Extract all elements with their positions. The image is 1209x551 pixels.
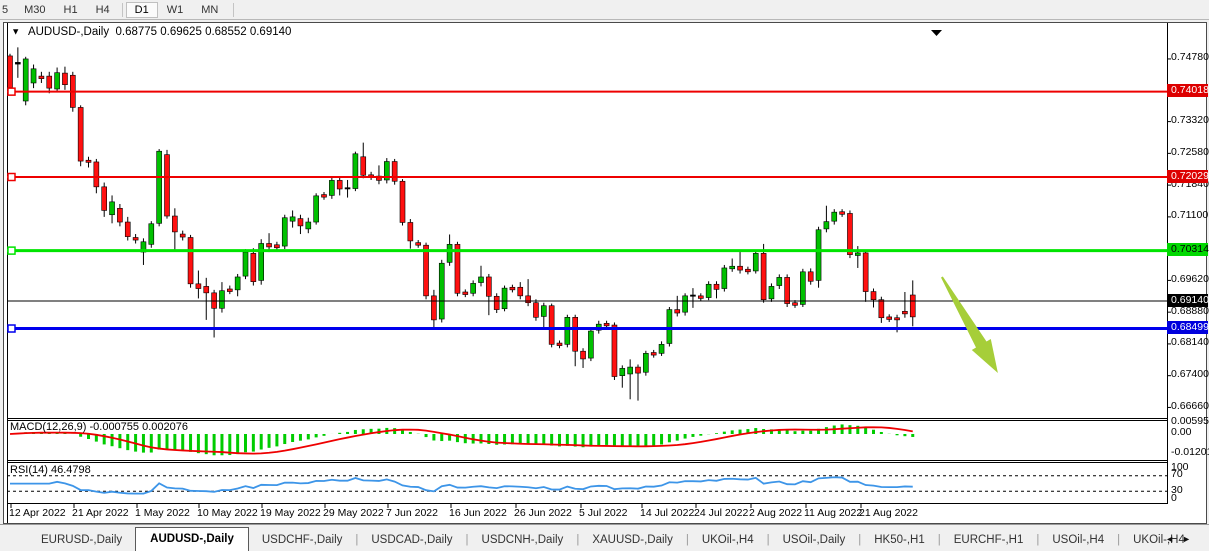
timeframe-button-mn[interactable]: MN: [192, 2, 227, 18]
rsi-axis-level: 70: [1171, 468, 1183, 480]
rsi-axis-level: 0: [1171, 492, 1177, 504]
chart-tab-usoil-daily[interactable]: USOil-,Daily: [770, 529, 859, 551]
date-label: 11 Aug 2022: [804, 507, 862, 519]
macd-axis-zero: 0.00: [1171, 426, 1191, 438]
chart-tab-bar: EURUSD-,DailyAUDUSD-,DailyUSDCHF-,Daily|…: [0, 524, 1209, 551]
resistance-line-red-1-handle[interactable]: [8, 88, 15, 95]
timeframe-button-d1[interactable]: D1: [126, 2, 158, 18]
sr-line-green-handle[interactable]: [8, 247, 15, 254]
chart-tab-usdchf-daily[interactable]: USDCHF-,Daily: [249, 529, 356, 551]
chart-tab-audusd-daily[interactable]: AUDUSD-,Daily: [135, 527, 249, 551]
date-label: 24 Jul 2022: [694, 507, 748, 519]
rsi-name: RSI(14): [10, 464, 48, 476]
date-label: 7 Jun 2022: [386, 507, 438, 519]
timeframe-toolbar: 5M30H1H4 D1W1MN: [0, 0, 1209, 20]
chart-tab-ukoil-h4[interactable]: UKOil-,H4: [689, 529, 767, 551]
rsi-panel-label: RSI(14) 46.4798: [10, 464, 91, 476]
tab-scroll-left-icon[interactable]: ◄: [1165, 534, 1182, 544]
timeframe-button-h4[interactable]: H4: [87, 2, 119, 18]
tab-scroll-right-icon[interactable]: ►: [1182, 534, 1199, 544]
date-label: 14 Jul 2022: [640, 507, 694, 519]
date-label: 5 Jul 2022: [579, 507, 627, 519]
price-tick-label: 0.69620: [1171, 273, 1209, 285]
chart-tab-eurchf-h1[interactable]: EURCHF-,H1: [941, 529, 1037, 551]
date-label: 2 Aug 2022: [749, 507, 802, 519]
chart-window: [3, 22, 1207, 524]
chart-tab-hk50-h1[interactable]: HK50-,H1: [861, 529, 938, 551]
resistance-line-red-2-handle[interactable]: [8, 174, 15, 181]
date-label: 21 Apr 2022: [72, 507, 129, 519]
chart-tab-usdcnh-daily[interactable]: USDCNH-,Daily: [469, 529, 577, 551]
macd-panel-label: MACD(12,26,9) -0.000755 0.002076: [10, 421, 188, 433]
collapse-icon[interactable]: ▼: [11, 27, 20, 37]
trend-arrow-annotation[interactable]: [941, 277, 998, 374]
trading-platform-window: 5M30H1H4 D1W1MN ▼ AUDUSD-,Daily 0.68775 0…: [0, 0, 1209, 551]
date-label: 21 Aug 2022: [859, 507, 918, 519]
chart-tab-usdcad-daily[interactable]: USDCAD-,Daily: [358, 529, 465, 551]
rsi-value: 46.4798: [51, 464, 91, 476]
toolbar-separator: [233, 3, 234, 17]
timeframe-button-h1[interactable]: H1: [55, 2, 87, 18]
timeframe-button-m30[interactable]: M30: [15, 2, 54, 18]
chart-title: ▼ AUDUSD-,Daily 0.68775 0.69625 0.68552 …: [10, 26, 291, 38]
price-tick-label: 0.66660: [1171, 400, 1209, 412]
chart-tab-usoil-h4[interactable]: USOil-,H4: [1039, 529, 1117, 551]
chart-shift-marker-icon[interactable]: [931, 30, 942, 36]
toolbar-separator: [122, 3, 123, 17]
candles-layer: [4, 23, 915, 401]
tab-scroll-arrows: ◄►: [1165, 534, 1199, 544]
support-line-blue-price-label: 0.68499: [1167, 321, 1208, 334]
date-label: 1 May 2022: [135, 507, 190, 519]
chart-tab-xauusd-daily[interactable]: XAUUSD-,Daily: [579, 529, 686, 551]
bar-low-value: 0.68552: [205, 26, 247, 38]
date-label: 12 Apr 2022: [9, 507, 66, 519]
chart-canvas[interactable]: [4, 23, 1208, 523]
macd-main-value: -0.000755: [89, 421, 139, 433]
bar-close-value: 0.69140: [250, 26, 292, 38]
resistance-line-red-1-price-label: 0.74018: [1167, 84, 1208, 97]
date-label: 26 Jun 2022: [514, 507, 572, 519]
chart-tab-eurusd-daily[interactable]: EURUSD-,Daily: [28, 529, 135, 551]
price-tick-label: 0.74780: [1171, 51, 1209, 63]
price-tick-label: 0.72580: [1171, 146, 1209, 158]
support-line-blue-handle[interactable]: [8, 325, 15, 332]
macd-axis-min: -0.012015: [1171, 446, 1209, 458]
sr-line-green-price-label: 0.70314: [1167, 243, 1208, 256]
timeframe-button-5[interactable]: 5: [0, 2, 15, 18]
resistance-line-red-2-price-label: 0.72029: [1167, 170, 1208, 183]
date-label: 16 Jun 2022: [449, 507, 507, 519]
price-tick-label: 0.73320: [1171, 114, 1209, 126]
bar-high-value: 0.69625: [160, 26, 202, 38]
date-label: 10 May 2022: [197, 507, 258, 519]
macd-name: MACD(12,26,9): [10, 421, 86, 433]
timeframe-button-w1[interactable]: W1: [158, 2, 193, 18]
price-tick-label: 0.68140: [1171, 336, 1209, 348]
bar-open-value: 0.68775: [116, 26, 158, 38]
chart-symbol-label: AUDUSD-,Daily: [28, 26, 109, 38]
price-tick-label: 0.71100: [1171, 209, 1208, 221]
macd-signal-value: 0.002076: [142, 421, 188, 433]
current-price-line-price-label: 0.69140: [1167, 294, 1208, 307]
price-tick-label: 0.67400: [1171, 368, 1209, 380]
date-label: 19 May 2022: [260, 507, 321, 519]
date-label: 29 May 2022: [323, 507, 384, 519]
